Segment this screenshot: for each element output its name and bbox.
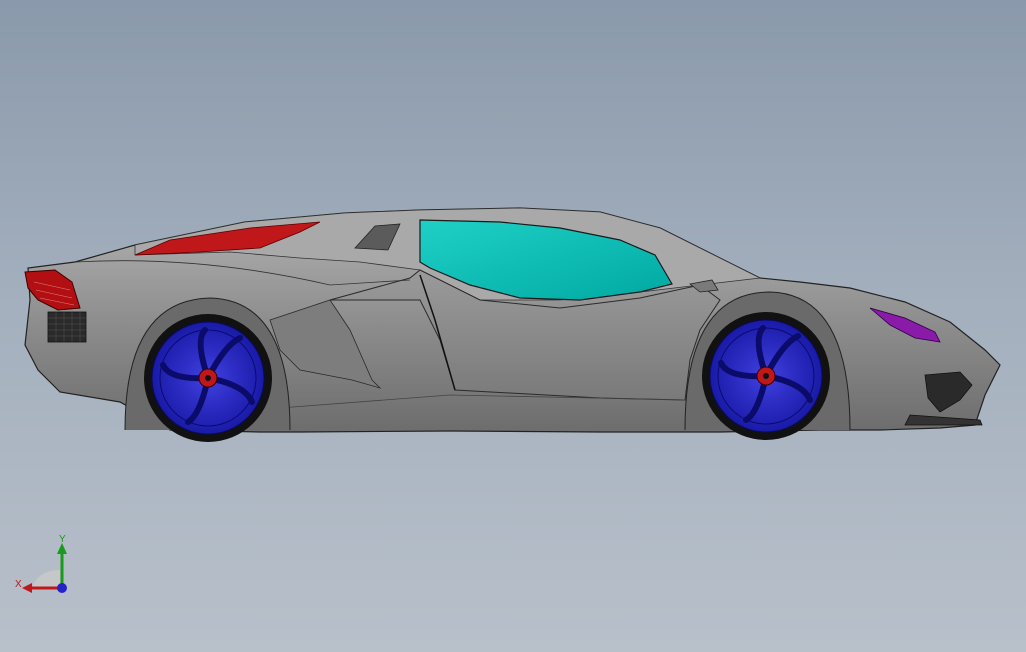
car-model-view[interactable]: [0, 0, 1026, 652]
reference-triad: X Y: [15, 534, 67, 593]
x-axis-arrow: [22, 583, 32, 593]
rear-grille: [47, 311, 87, 343]
y-axis-label: Y: [59, 534, 66, 545]
triad-plane-shading: [32, 570, 60, 588]
z-axis-dot: [57, 583, 67, 593]
front-wheel: [702, 312, 830, 440]
graphics-viewport[interactable]: X Y: [0, 0, 1026, 652]
x-axis-label: X: [15, 579, 22, 590]
rear-wheel: [144, 314, 272, 442]
